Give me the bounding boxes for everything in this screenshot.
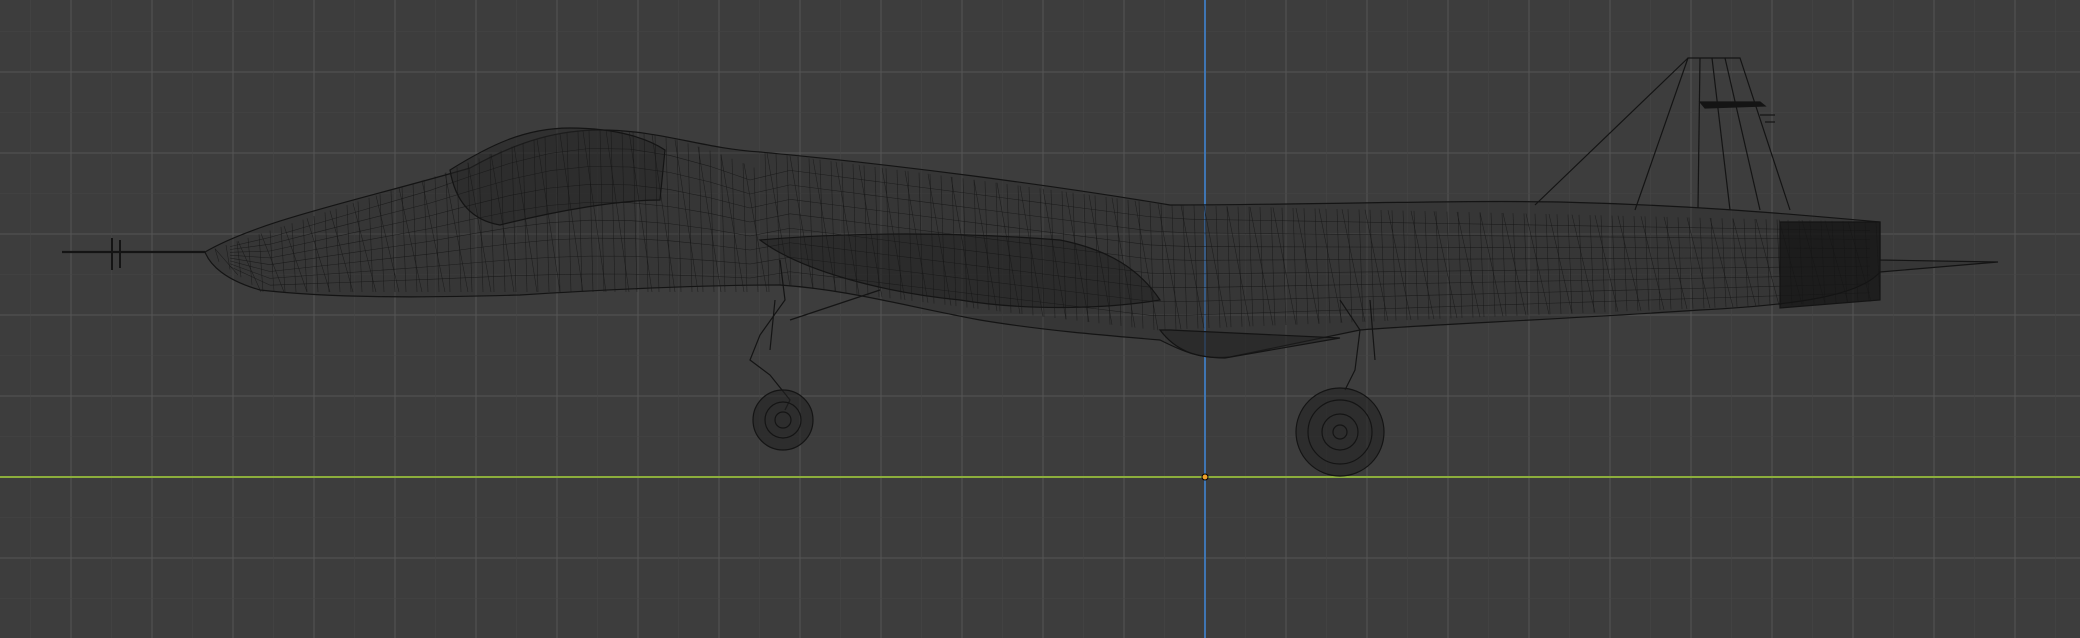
aircraft-wireframe[interactable] xyxy=(62,57,1999,477)
tail-bar xyxy=(1698,101,1767,109)
origin-point[interactable] xyxy=(1201,473,1209,481)
tail-rib-2 xyxy=(1711,57,1731,211)
tail-rib-1 xyxy=(1697,57,1701,209)
main-wheel xyxy=(1295,387,1385,477)
viewport-canvas[interactable] xyxy=(0,0,2080,638)
3d-viewport[interactable] xyxy=(0,0,2080,638)
vertical-tail xyxy=(1634,57,1791,211)
nose-wheel xyxy=(752,389,814,451)
tail-strut xyxy=(1534,57,1689,206)
tail-rib-3 xyxy=(1724,57,1761,211)
